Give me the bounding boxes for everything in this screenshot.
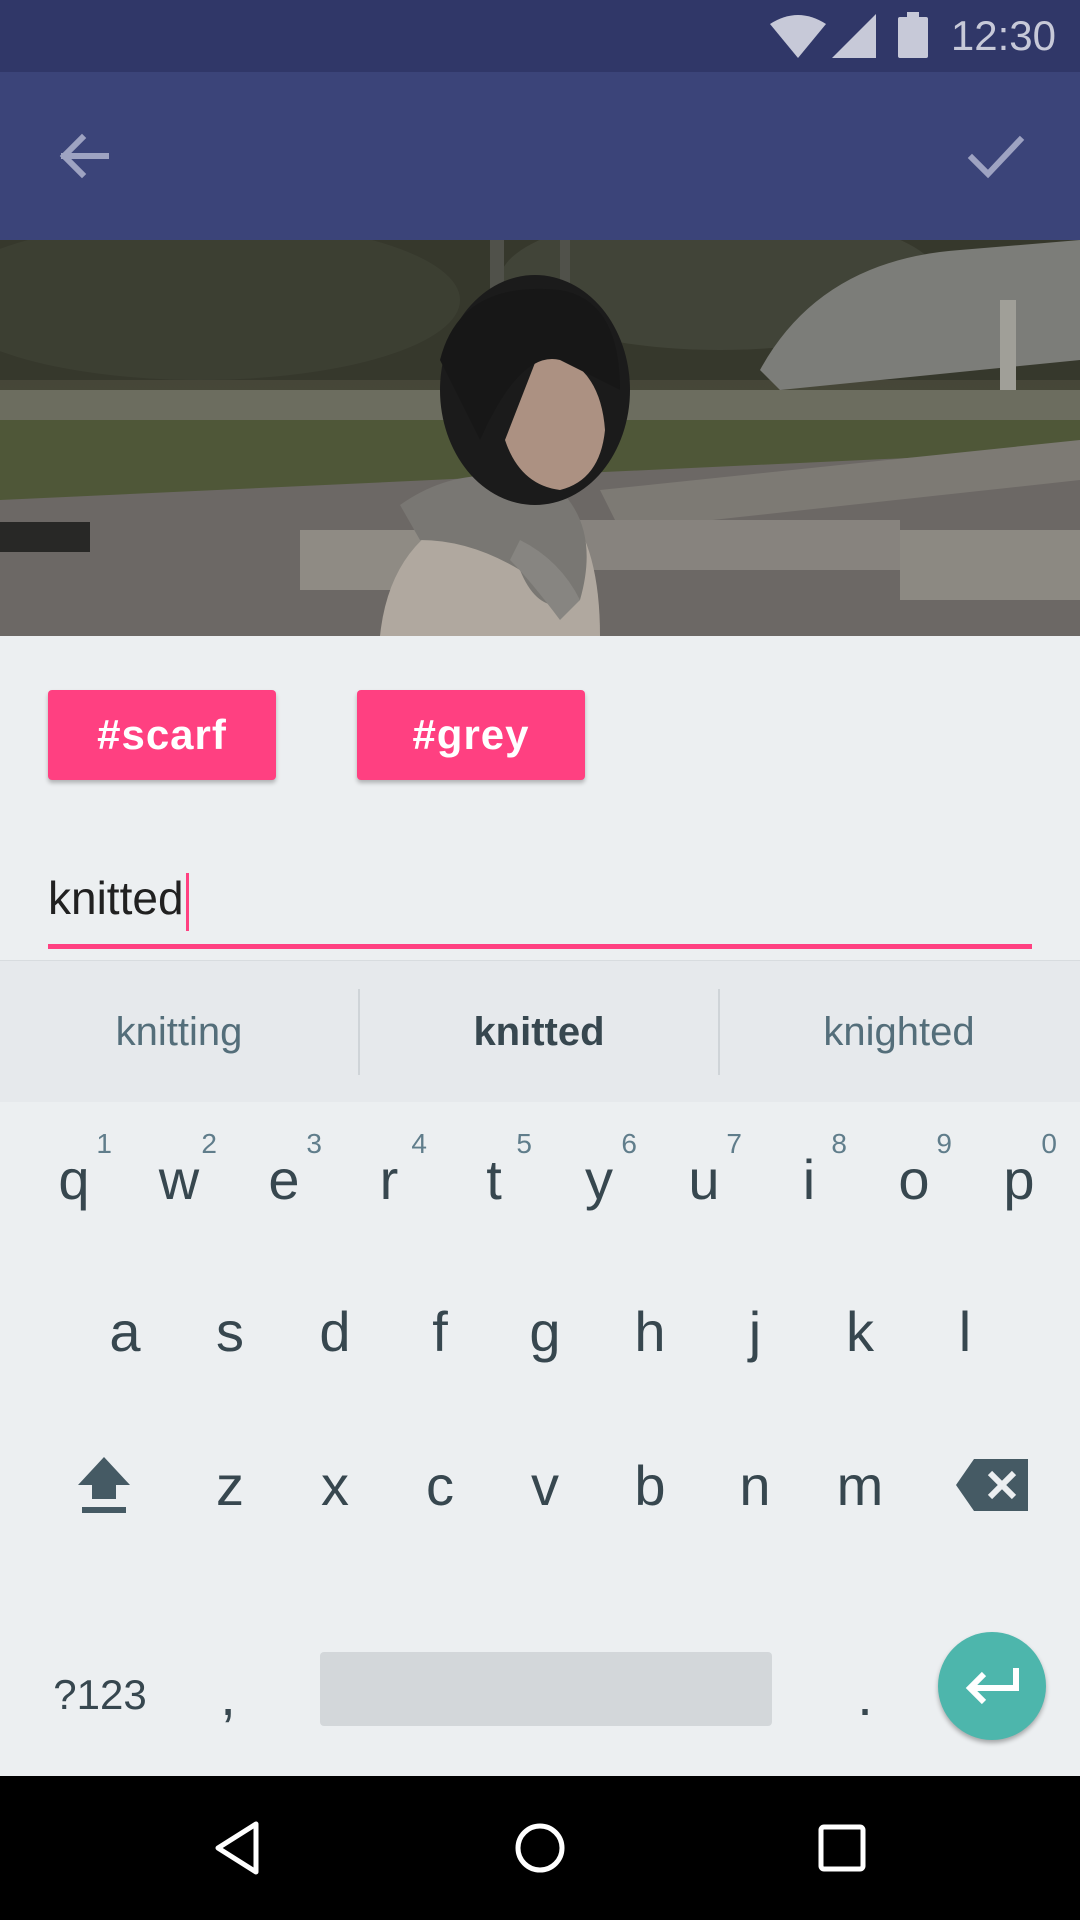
- key-t[interactable]: t5: [442, 1114, 546, 1244]
- key-e[interactable]: e3: [232, 1114, 336, 1244]
- key-m[interactable]: m: [808, 1420, 912, 1550]
- key-w[interactable]: w2: [127, 1114, 231, 1244]
- check-icon: [967, 135, 1025, 179]
- key-label: o: [898, 1147, 930, 1211]
- text-caret: [185, 872, 189, 931]
- key-hint: 8: [831, 1128, 847, 1159]
- key-d[interactable]: d: [283, 1266, 387, 1396]
- key-l[interactable]: l: [913, 1266, 1017, 1396]
- key-label: p: [1003, 1147, 1035, 1211]
- key-hint: 0: [1041, 1128, 1057, 1159]
- nav-back-button[interactable]: [188, 1798, 288, 1898]
- back-button[interactable]: [42, 114, 126, 198]
- key-hint: 7: [726, 1128, 742, 1159]
- key-hint: 9: [936, 1128, 952, 1159]
- key-hint: 4: [411, 1128, 427, 1159]
- tag-editor: #scarf #grey knitted: [0, 636, 1080, 960]
- tag-input-value: knitted: [48, 868, 189, 931]
- key-hint: 5: [516, 1128, 532, 1159]
- key-s[interactable]: s: [178, 1266, 282, 1396]
- symbols-key[interactable]: ?123: [30, 1630, 170, 1760]
- key-label: e: [268, 1147, 300, 1211]
- suggestion-2[interactable]: knitted: [360, 961, 718, 1103]
- key-b[interactable]: b: [598, 1420, 702, 1550]
- key-h[interactable]: h: [598, 1266, 702, 1396]
- tag-input-underline: [48, 944, 1032, 949]
- photo-woman-scarf: [0, 240, 1080, 636]
- status-bar: 12:30: [0, 0, 1080, 72]
- arrow-back-icon: [59, 133, 109, 179]
- enter-key[interactable]: [938, 1632, 1046, 1740]
- key-p[interactable]: p0: [967, 1114, 1071, 1244]
- return-icon: [965, 1668, 1019, 1705]
- delete-key[interactable]: [932, 1420, 1052, 1550]
- key-label: i: [802, 1147, 816, 1211]
- app-bar: [0, 72, 1080, 240]
- keyboard: q1 w2 e3 r4 t5 y6 u7 i8 o9 p0 a s d f g …: [0, 1102, 1080, 1776]
- key-k[interactable]: k: [808, 1266, 912, 1396]
- tag-chip-grey[interactable]: #grey: [357, 690, 585, 780]
- suggestion-1[interactable]: knitting: [0, 961, 358, 1103]
- key-hint: 2: [201, 1128, 217, 1159]
- key-hint: 1: [96, 1128, 112, 1159]
- key-q[interactable]: q1: [22, 1114, 126, 1244]
- suggestion-strip: knitting knitted knighted: [0, 960, 1080, 1104]
- nav-home-button[interactable]: [490, 1798, 590, 1898]
- tag-input[interactable]: knitted: [48, 848, 1032, 958]
- key-label: r: [379, 1147, 399, 1211]
- status-time: 12:30: [950, 12, 1056, 59]
- key-i[interactable]: i8: [757, 1114, 861, 1244]
- key-hint: 3: [306, 1128, 322, 1159]
- key-j[interactable]: j: [703, 1266, 807, 1396]
- key-x[interactable]: x: [283, 1420, 387, 1550]
- key-label: y: [585, 1147, 613, 1211]
- key-u[interactable]: u7: [652, 1114, 756, 1244]
- comma-key[interactable]: ,: [188, 1630, 268, 1760]
- key-hint: 6: [621, 1128, 637, 1159]
- period-key[interactable]: .: [820, 1630, 910, 1760]
- key-label: u: [688, 1147, 720, 1211]
- key-a[interactable]: a: [73, 1266, 177, 1396]
- key-g[interactable]: g: [493, 1266, 597, 1396]
- nav-recents-button[interactable]: [792, 1798, 892, 1898]
- key-z[interactable]: z: [178, 1420, 282, 1550]
- key-label: q: [58, 1147, 90, 1211]
- key-r[interactable]: r4: [337, 1114, 441, 1244]
- header-photo: [0, 240, 1080, 636]
- key-c[interactable]: c: [388, 1420, 492, 1550]
- cell-signal-icon: [832, 14, 876, 58]
- key-y[interactable]: y6: [547, 1114, 651, 1244]
- confirm-button[interactable]: [954, 114, 1038, 198]
- circle-home-icon: [515, 1823, 565, 1873]
- shift-key[interactable]: [44, 1420, 164, 1550]
- tag-chip-scarf[interactable]: #scarf: [48, 690, 276, 780]
- suggestion-3[interactable]: knighted: [720, 961, 1078, 1103]
- key-n[interactable]: n: [703, 1420, 807, 1550]
- key-o[interactable]: o9: [862, 1114, 966, 1244]
- key-v[interactable]: v: [493, 1420, 597, 1550]
- triangle-back-icon: [215, 1821, 259, 1875]
- shift-icon: [78, 1457, 130, 1513]
- battery-icon: [898, 12, 928, 58]
- system-nav-bar: [0, 1776, 1080, 1920]
- square-recents-icon: [818, 1824, 866, 1872]
- space-key[interactable]: [320, 1652, 772, 1726]
- key-f[interactable]: f: [388, 1266, 492, 1396]
- key-label: t: [486, 1147, 502, 1211]
- backspace-icon: [956, 1459, 1028, 1511]
- wifi-icon: [770, 15, 826, 58]
- key-label: w: [158, 1147, 200, 1211]
